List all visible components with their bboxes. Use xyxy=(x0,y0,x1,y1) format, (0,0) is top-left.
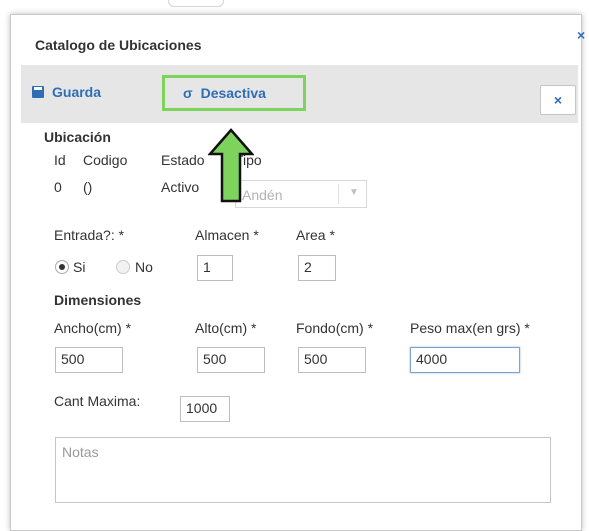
deactivate-button[interactable]: σ Desactiva xyxy=(162,75,306,111)
dimensiones-heading: Dimensiones xyxy=(54,292,142,308)
col-id-header: Id xyxy=(54,152,66,168)
chevron-down-icon: ▼ xyxy=(349,187,359,198)
deactivate-icon: σ xyxy=(183,85,193,101)
entrada-label: Entrada?: * xyxy=(54,227,125,243)
dialog-toolbar: Guarda σ Desactiva × xyxy=(21,65,578,123)
tipo-select[interactable]: Andén ▼ xyxy=(235,180,367,208)
area-input[interactable]: 2 xyxy=(298,255,336,281)
almacen-input[interactable]: 1 xyxy=(197,255,233,281)
toolbar-close-button[interactable]: × xyxy=(540,85,576,115)
entrada-si-label: Si xyxy=(73,259,86,275)
area-label: Area * xyxy=(296,227,335,243)
alto-label: Alto(cm) * xyxy=(195,320,257,336)
codigo-value: () xyxy=(83,179,93,195)
fondo-label: Fondo(cm) * xyxy=(296,320,374,336)
id-value: 0 xyxy=(54,179,62,195)
notas-textarea[interactable]: Notas xyxy=(55,437,551,503)
save-button-label: Guarda xyxy=(52,84,102,100)
dialog-title: Catalogo de Ubicaciones xyxy=(35,37,202,53)
deactivate-button-label: Desactiva xyxy=(200,85,266,101)
cant-maxima-input[interactable]: 1000 xyxy=(180,396,230,422)
col-estado-header: Estado xyxy=(161,152,205,168)
background-window-edge xyxy=(0,0,589,14)
estado-value: Activo xyxy=(161,179,200,195)
ubicacion-heading: Ubicación xyxy=(44,129,111,145)
entrada-si-radio[interactable] xyxy=(55,260,69,274)
entrada-no-radio[interactable] xyxy=(116,260,130,274)
close-icon: × xyxy=(553,92,563,108)
green-arrow-annotation xyxy=(208,128,254,203)
entrada-no-label: No xyxy=(135,259,153,275)
fondo-input[interactable]: 500 xyxy=(298,347,366,373)
ubicaciones-dialog: Catalogo de Ubicaciones × Guarda σ Desac… xyxy=(10,14,585,531)
background-tab-fragment xyxy=(168,0,224,7)
ancho-input[interactable]: 500 xyxy=(55,347,123,373)
select-separator xyxy=(338,184,339,204)
dialog-titlebar: Catalogo de Ubicaciones × xyxy=(11,15,585,65)
save-icon xyxy=(32,86,44,98)
ancho-label: Ancho(cm) * xyxy=(54,320,132,336)
cant-maxima-label: Cant Maxima: xyxy=(54,393,141,409)
almacen-label: Almacen * xyxy=(195,227,259,243)
save-button[interactable]: Guarda xyxy=(32,79,101,105)
col-codigo-header: Codigo xyxy=(83,152,128,168)
peso-label: Peso max(en grs) * xyxy=(410,320,530,336)
peso-input[interactable]: 4000 xyxy=(410,347,520,373)
alto-input[interactable]: 500 xyxy=(197,347,265,373)
dialog-close-icon[interactable]: × xyxy=(577,27,585,43)
